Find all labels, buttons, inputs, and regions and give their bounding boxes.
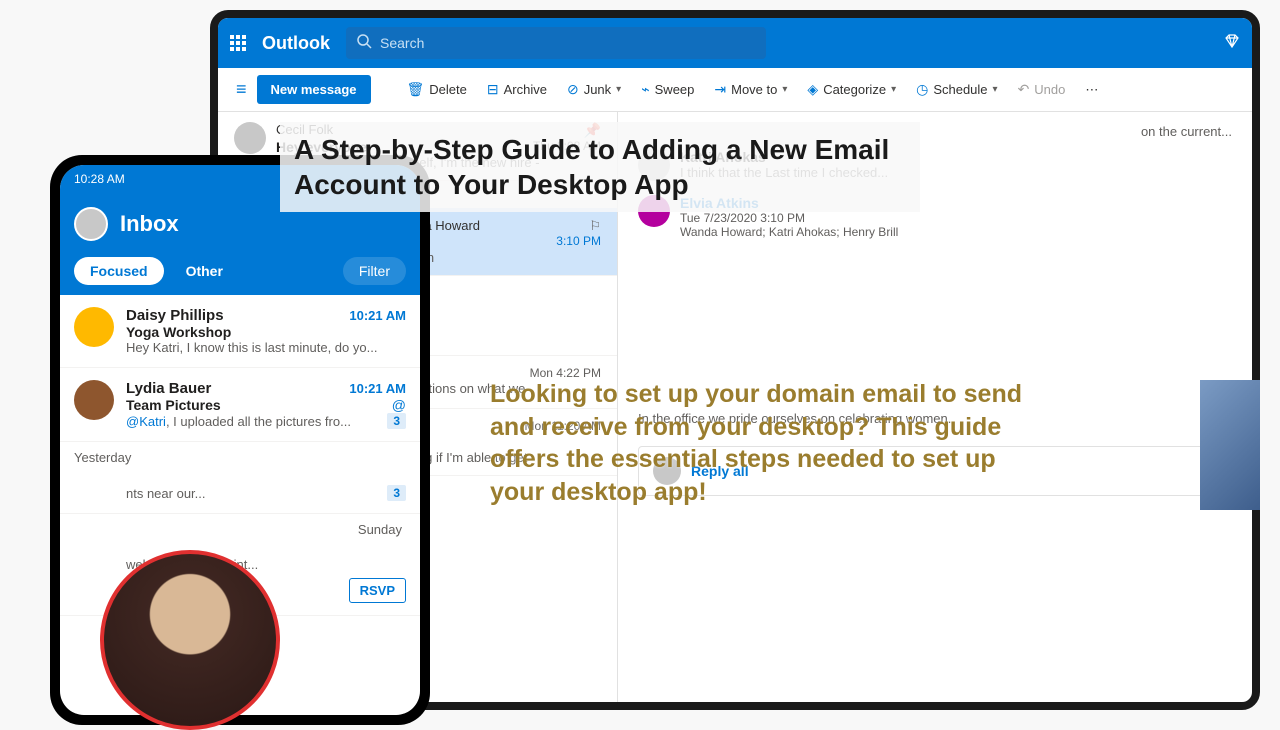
undo-icon: ↶ bbox=[1018, 81, 1030, 98]
brand-label: Outlook bbox=[262, 33, 330, 54]
chevron-down-icon: ▾ bbox=[993, 84, 998, 95]
new-message-button[interactable]: New message bbox=[257, 75, 371, 104]
archive-button[interactable]: ⊟Archive bbox=[479, 75, 555, 104]
title-overlay: A Step-by-Step Guide to Adding a New Ema… bbox=[280, 122, 920, 212]
phone-message-item[interactable]: Daisy Phillips10:21 AM Yoga Workshop Hey… bbox=[60, 295, 420, 368]
avatar bbox=[74, 380, 114, 420]
undo-button[interactable]: ↶Undo bbox=[1010, 75, 1074, 104]
mention-icon: @ bbox=[392, 397, 406, 413]
search-box[interactable] bbox=[346, 27, 766, 59]
search-input[interactable] bbox=[380, 35, 756, 51]
tag-icon: ◈ bbox=[807, 81, 818, 98]
flag-icon[interactable]: ⚐ bbox=[589, 218, 601, 234]
folder-icon: ⇥ bbox=[714, 81, 726, 98]
sweep-icon: ⌁ bbox=[641, 81, 649, 98]
trash-icon: 🗑 bbox=[407, 81, 425, 98]
guide-title: A Step-by-Step Guide to Adding a New Ema… bbox=[294, 132, 906, 202]
command-toolbar: ≡ New message 🗑Delete ⊟Archive ⊘Junk▾ ⌁S… bbox=[218, 68, 1252, 112]
clock-icon: ◷ bbox=[916, 81, 928, 98]
tab-other[interactable]: Other bbox=[170, 257, 239, 285]
ellipsis-icon: ⋯ bbox=[1085, 82, 1098, 98]
avatar bbox=[74, 307, 114, 347]
chevron-down-icon: ▾ bbox=[782, 84, 787, 95]
phone-message-item[interactable]: nts near our...3 bbox=[60, 473, 420, 514]
rsvp-button[interactable]: RSVP bbox=[349, 578, 406, 603]
search-icon bbox=[356, 33, 372, 54]
junk-button[interactable]: ⊘Junk▾ bbox=[559, 75, 629, 104]
move-to-button[interactable]: ⇥Move to▾ bbox=[706, 75, 795, 104]
premium-icon[interactable] bbox=[1224, 33, 1240, 54]
decorative-image bbox=[1200, 380, 1260, 510]
tab-focused[interactable]: Focused bbox=[74, 257, 164, 285]
profile-avatar[interactable] bbox=[74, 207, 108, 241]
outlook-topbar: Outlook bbox=[218, 18, 1252, 68]
categorize-button[interactable]: ◈Categorize▾ bbox=[799, 75, 904, 104]
hamburger-icon[interactable]: ≡ bbox=[230, 73, 253, 106]
count-badge: 3 bbox=[387, 413, 406, 429]
archive-icon: ⊟ bbox=[487, 81, 499, 98]
chevron-down-icon: ▾ bbox=[891, 84, 896, 95]
app-launcher-icon[interactable] bbox=[230, 35, 246, 51]
presenter-photo bbox=[100, 550, 280, 730]
avatar bbox=[234, 122, 266, 154]
filter-button[interactable]: Filter bbox=[343, 257, 406, 285]
more-button[interactable]: ⋯ bbox=[1077, 76, 1106, 104]
description-overlay: Looking to set up your domain email to s… bbox=[490, 378, 1050, 508]
chevron-down-icon: ▾ bbox=[616, 84, 621, 95]
phone-message-item[interactable]: Lydia Bauer10:21 AM Team Pictures@ @Katr… bbox=[60, 368, 420, 442]
sweep-button[interactable]: ⌁Sweep bbox=[633, 75, 702, 104]
guide-description: Looking to set up your domain email to s… bbox=[490, 378, 1050, 508]
delete-button[interactable]: 🗑Delete bbox=[399, 75, 475, 104]
block-icon: ⊘ bbox=[567, 81, 579, 98]
inbox-title: Inbox bbox=[120, 211, 179, 237]
section-yesterday: Yesterday bbox=[60, 442, 420, 473]
schedule-button[interactable]: ◷Schedule▾ bbox=[908, 75, 1005, 104]
